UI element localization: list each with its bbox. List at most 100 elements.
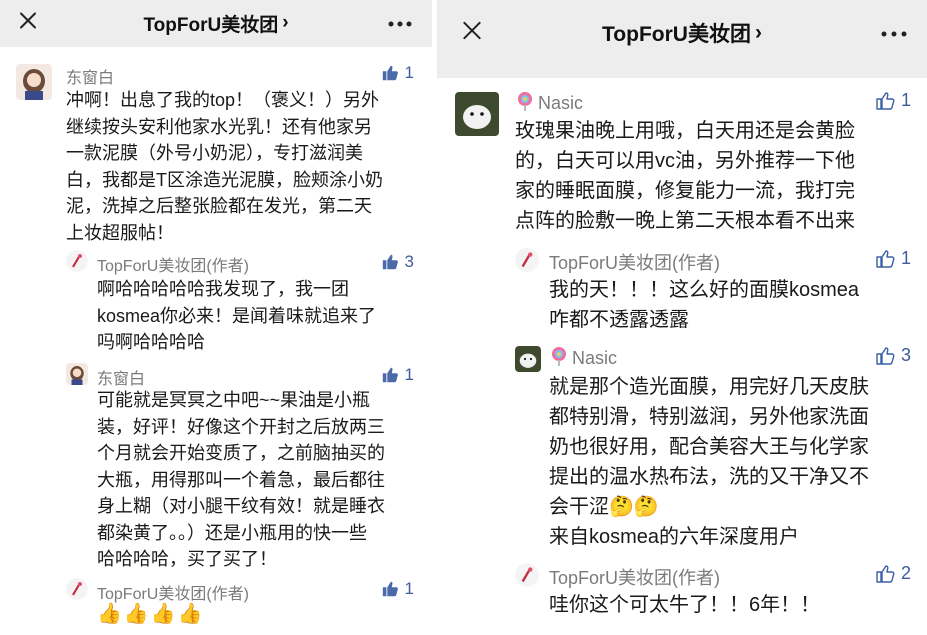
lollipop-icon — [515, 91, 535, 116]
comment-text: 可能就是冥冥之中吧~~果油是小瓶 装，好评！好像这个开封之后放两三 个月就会开始… — [97, 387, 417, 573]
thumb-up-filled-icon — [382, 65, 398, 81]
like-count: 1 — [900, 90, 911, 110]
comment-line: 我的天！！！这么好的面膜kosmea — [549, 279, 860, 301]
comment-line: kosmea你必来！是闻着味就追来了 — [97, 305, 377, 326]
author-avatar[interactable] — [66, 250, 88, 272]
page-title[interactable]: TopForU美妆团 › — [143, 10, 288, 37]
comment-line: 都染黄了。。）还是小瓶用的快一些 — [97, 522, 367, 543]
like-button[interactable]: 1 — [381, 579, 414, 599]
thumb-up-outline-icon — [876, 249, 895, 268]
comment-author: TopForU美妆团(作者) — [549, 253, 721, 273]
thumb-up-filled-icon — [382, 367, 398, 383]
comment-author: 东窗白 — [97, 371, 146, 388]
like-button[interactable]: 3 — [381, 252, 414, 272]
author-avatar[interactable] — [66, 578, 88, 600]
comment-author: TopForU美妆团(作者) — [97, 258, 250, 275]
thumbs-up-emoji: 👍 — [150, 603, 176, 625]
thumbs-up-emoji: 👍 — [177, 603, 203, 625]
like-button[interactable]: 2 — [875, 563, 911, 584]
like-button[interactable]: 3 — [875, 345, 911, 366]
comments-card: Nasic 1 玫瑰果油晚上用哦，白天用还是会黄脸 的，白天可以用vc油，另外推… — [437, 66, 927, 635]
comment-line: 冲啊！出息了我的top！（褒义！）另外 — [66, 90, 380, 110]
comments-card: 东窗白 1 冲啊！出息了我的top！（褒义！）另外 继续按头安利他家水光乳！还有… — [0, 47, 432, 635]
comment-line: 泥，洗掉之后整张脸都在发光，第二天 — [66, 196, 372, 216]
nav-bar: TopForU美妆团 › — [437, 0, 927, 66]
author-avatar[interactable] — [515, 248, 539, 272]
account-name[interactable]: TopForU美妆团 — [143, 10, 278, 37]
like-button[interactable]: 1 — [875, 248, 911, 269]
thumb-up-outline-icon — [876, 564, 895, 583]
comment-text: 哇你这个可太牛了！！6年！！ — [549, 590, 914, 620]
comment-line: 家的睡眠面膜，修复能力一流，我打完 — [515, 180, 855, 202]
like-count: 1 — [404, 63, 414, 82]
page-title[interactable]: TopForU美妆团 › — [602, 18, 762, 48]
chevron-right-icon: › — [754, 21, 762, 44]
comment-line: 可能就是冥冥之中吧~~果油是小瓶 — [97, 390, 371, 410]
thumb-up-filled-icon — [382, 581, 398, 597]
comment-author: Nasic — [515, 91, 583, 116]
comment-line: 吗啊哈哈哈哈 — [97, 332, 205, 352]
like-count: 1 — [404, 365, 414, 384]
chevron-right-icon: › — [282, 12, 289, 33]
like-count: 2 — [900, 563, 911, 583]
comment-line: 会干涩🤔🤔 — [549, 496, 659, 518]
comment-line: 大瓶，用得那叫一个着急，最后都往 — [97, 469, 385, 490]
thumbs-up-emoji: 👍 — [123, 603, 149, 625]
comment-text: 冲啊！出息了我的top！（褒义！）另外 继续按头安利他家水光乳！还有他家另 一款… — [66, 87, 416, 246]
comment-line: 一款泥膜（外号小奶泥），专打滋润美 — [66, 143, 363, 163]
avatar[interactable] — [515, 346, 541, 372]
avatar[interactable] — [66, 363, 88, 385]
comment-line: 哇你这个可太牛了！！6年！！ — [549, 594, 821, 616]
comment-line: 提出的温水热布法，洗的又干净又不 — [549, 466, 869, 488]
comment-line: 点阵的脸敷一晚上第二天根本看不出来 — [515, 210, 855, 232]
close-icon[interactable] — [18, 11, 38, 36]
like-button[interactable]: 1 — [381, 63, 414, 83]
comment-line: 玫瑰果油晚上用哦，白天用还是会黄脸 — [515, 120, 855, 142]
comment-text: 我的天！！！这么好的面膜kosmea 咋都不透露透露 — [549, 275, 914, 335]
comment-line: 个月就会开始变质了，之前脑抽买的 — [97, 443, 385, 463]
thumb-up-outline-icon — [876, 91, 895, 110]
comment-line: 都特别滑，特别滋润，另外他家洗面 — [549, 406, 869, 428]
like-count: 3 — [404, 252, 414, 271]
avatar[interactable] — [16, 64, 52, 100]
close-icon[interactable] — [461, 20, 483, 47]
left-screenshot: TopForU美妆团 › 东窗白 1 冲啊！出息了我的top！（褒义！）另外 继… — [0, 0, 432, 635]
comment-author: 东窗白 — [66, 70, 115, 87]
thumbs-up-emoji: 👍 — [97, 603, 122, 625]
comment-text: 啊哈哈哈哈哈我发现了，我一团 kosmea你必来！是闻着味就追来了 吗啊哈哈哈哈 — [97, 276, 417, 356]
comment-line: 白，我都是T区涂造光泥膜，脸颊涂小奶 — [66, 169, 383, 190]
more-dots-icon[interactable] — [388, 14, 412, 32]
comment-line: 来自kosmea的六年深度用户 — [549, 526, 800, 548]
right-screenshot: TopForU美妆团 › Nasic 1 玫瑰果油晚上用哦，白天用还是会黄脸 的… — [437, 0, 927, 635]
comment-line: 咋都不透露透露 — [549, 309, 689, 331]
comment-author: Nasic — [549, 346, 617, 371]
like-count: 1 — [900, 248, 911, 268]
avatar[interactable] — [455, 92, 499, 136]
author-avatar[interactable] — [515, 563, 539, 587]
comment-text: 就是那个造光面膜，用完好几天皮肤 都特别滑，特别滋润，另外他家洗面 奶也很好用，… — [549, 372, 914, 552]
author-name: Nasic — [572, 348, 618, 368]
like-count: 3 — [900, 345, 911, 365]
lollipop-icon — [549, 346, 569, 371]
like-button[interactable]: 1 — [381, 365, 414, 385]
comment-text: 玫瑰果油晚上用哦，白天用还是会黄脸 的，白天可以用vc油，另外推荐一下他 家的睡… — [515, 116, 910, 236]
thumb-up-outline-icon — [876, 346, 895, 365]
comment-emoji: 👍 👍 👍 👍 — [97, 601, 203, 628]
comment-line: 身上糊（对小腿干纹有效！就是睡衣 — [97, 496, 385, 516]
comment-line: 继续按头安利他家水光乳！还有他家另 — [66, 116, 372, 137]
comment-author: TopForU美妆团(作者) — [549, 568, 721, 588]
more-dots-icon[interactable] — [881, 24, 907, 42]
like-button[interactable]: 1 — [875, 90, 911, 111]
nav-bar: TopForU美妆团 › — [0, 0, 432, 46]
like-count: 1 — [404, 579, 414, 598]
account-name[interactable]: TopForU美妆团 — [602, 18, 751, 48]
comment-line: 哈哈哈哈，买了买了！ — [97, 549, 277, 569]
thumb-up-filled-icon — [382, 254, 398, 270]
author-name: Nasic — [538, 93, 584, 113]
comment-line: 的，白天可以用vc油，另外推荐一下他 — [515, 150, 855, 172]
comment-line: 就是那个造光面膜，用完好几天皮肤 — [549, 376, 869, 398]
comment-line: 装，好评！好像这个开封之后放两三 — [97, 416, 385, 437]
comment-line: 奶也很好用，配合美容大王与化学家 — [549, 436, 869, 458]
comment-line: 上妆超服帖！ — [66, 222, 174, 243]
comment-line: 啊哈哈哈哈哈我发现了，我一团 — [97, 279, 349, 299]
